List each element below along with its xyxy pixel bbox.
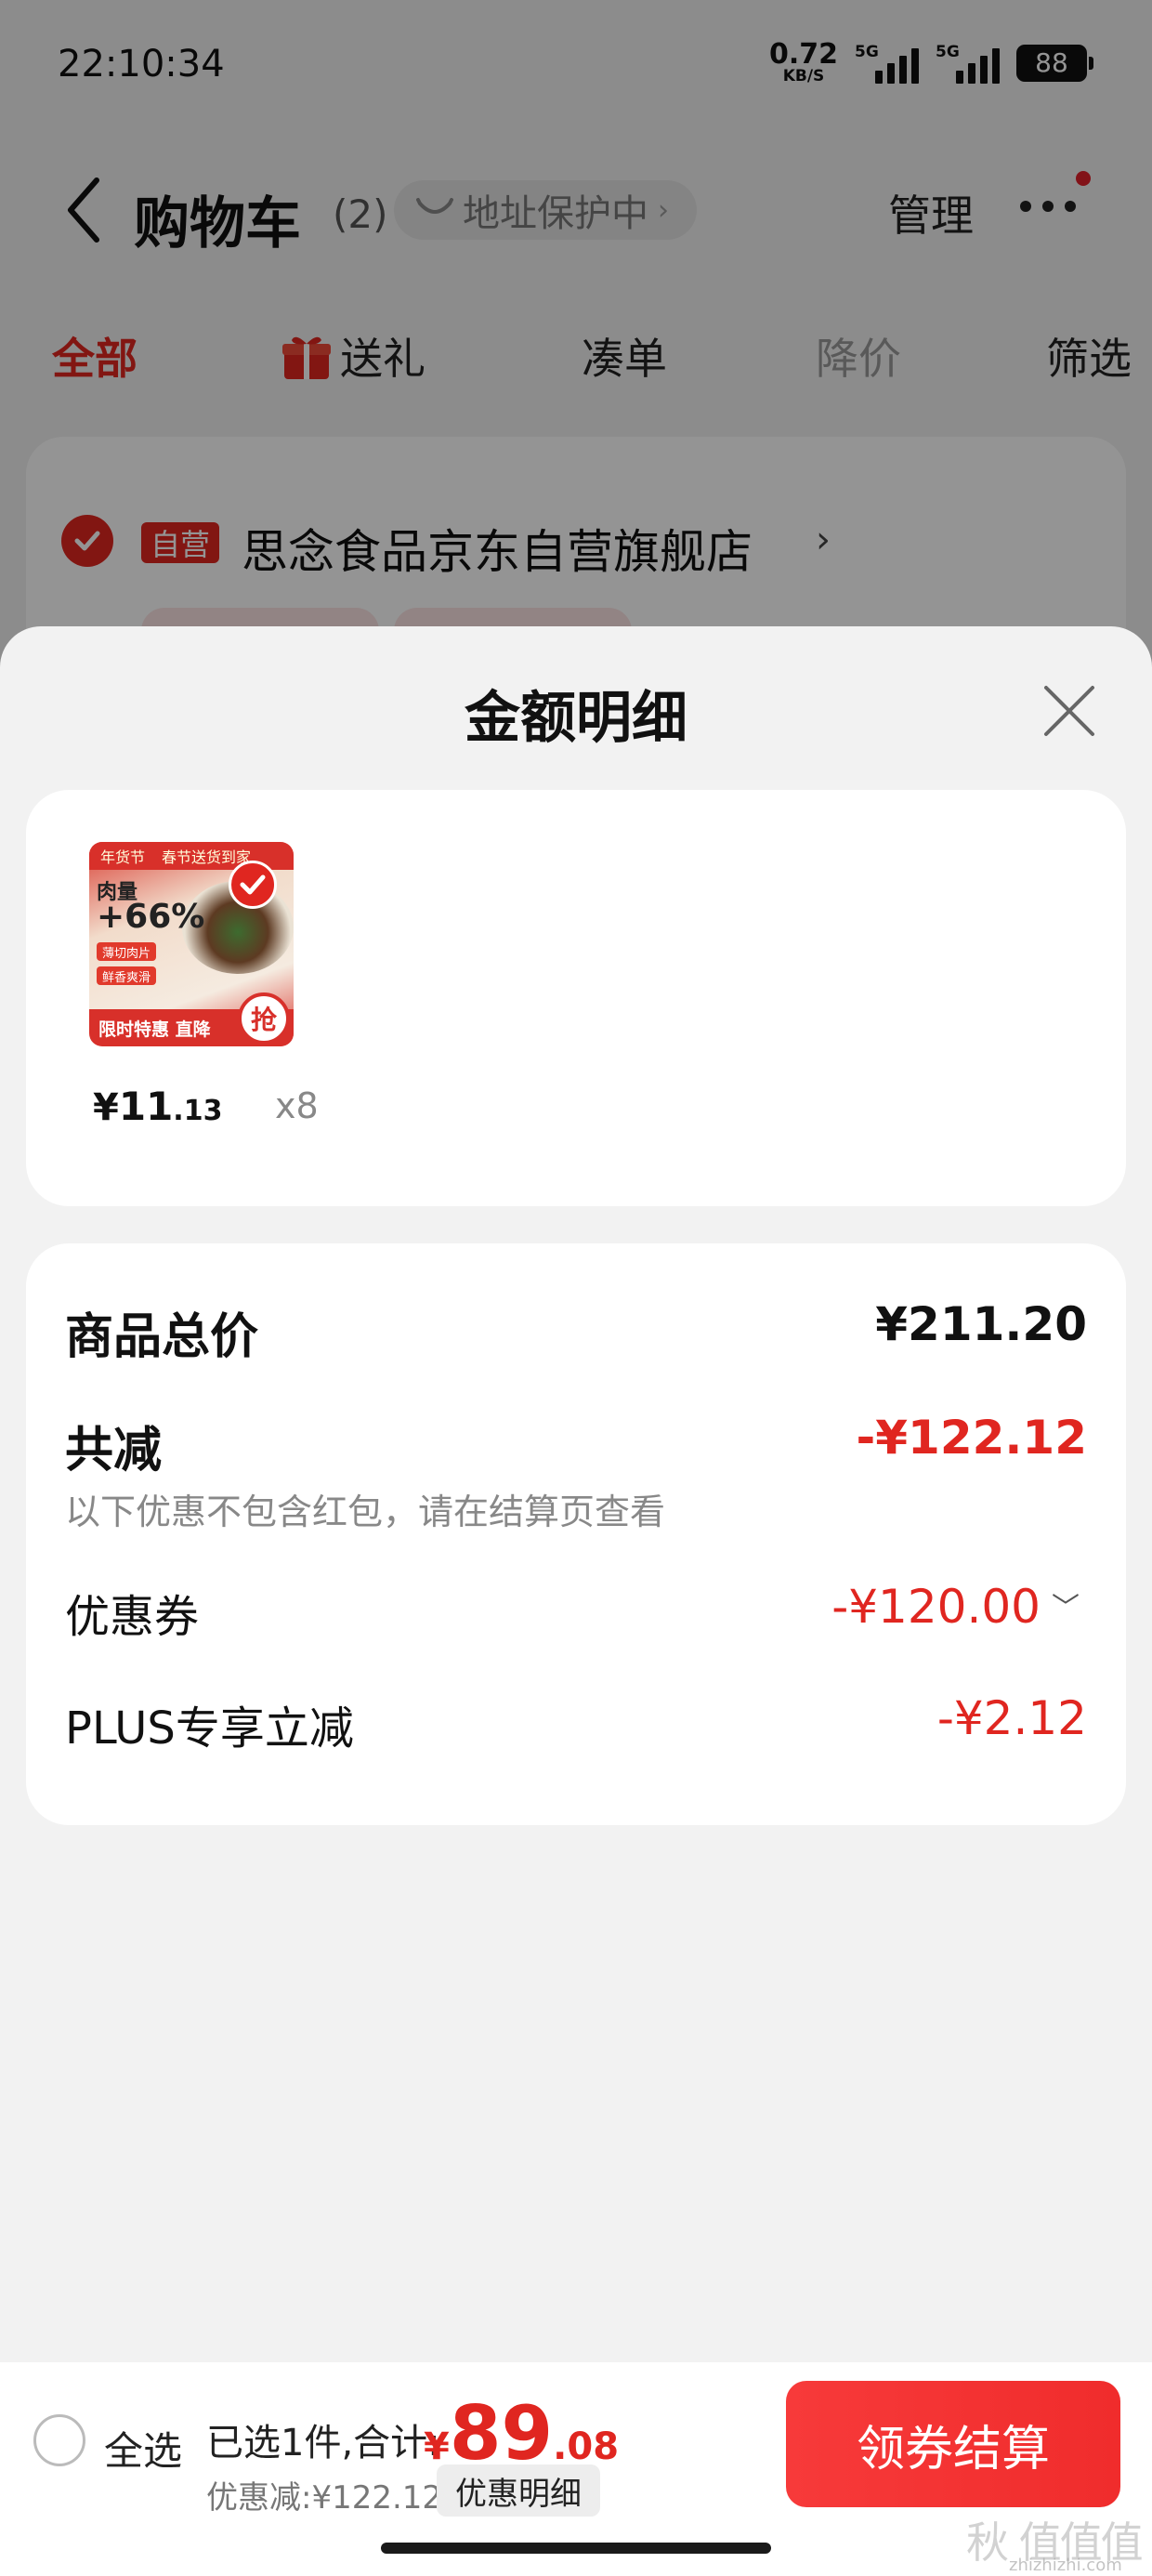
check-icon — [229, 861, 277, 909]
reduce-label: 共减 — [65, 1423, 163, 1479]
thumb-banner-text: 春节送货到家 — [162, 848, 252, 866]
total-value: ¥211.20 — [875, 1297, 1087, 1351]
sheet-title: 金额明细 — [465, 686, 687, 751]
chevron-down-icon: ﹀ — [1052, 1592, 1080, 1624]
plus-label: PLUS专享立减 — [65, 1702, 354, 1755]
discount-detail-button[interactable]: 优惠明细 — [437, 2464, 600, 2517]
discount-text: 优惠减:¥122.12 — [206, 2479, 443, 2517]
coupon-value: -¥120.00 — [831, 1580, 1041, 1634]
quantity: x8 — [275, 1085, 319, 1126]
plus-value: -¥2.12 — [936, 1691, 1087, 1745]
product-card: 年货节 春节送货到家 肉量 +66% 薄切肉片 鲜香爽滑 限时特惠 直降 抢 ¥… — [26, 790, 1126, 1206]
thumb-tag: 薄切肉片 — [97, 942, 157, 961]
thumb-banner-text: 年货节 — [100, 848, 146, 866]
product-thumbnail[interactable]: 年货节 春节送货到家 肉量 +66% 薄切肉片 鲜香爽滑 限时特惠 直降 抢 — [89, 842, 294, 1046]
coupon-label: 优惠券 — [65, 1591, 200, 1643]
selected-summary: 已选1件,合计: — [206, 2422, 440, 2464]
total-label: 商品总价 — [65, 1309, 259, 1365]
unit-price: ¥11.13 — [93, 1084, 222, 1129]
price-integer: 11 — [118, 1084, 174, 1129]
checkout-button[interactable]: 领券结算 — [786, 2381, 1120, 2507]
select-all-checkbox[interactable] — [33, 2414, 85, 2466]
coupon-row[interactable]: -¥120.00 ﹀ — [831, 1580, 1080, 1634]
currency-symbol: ¥ — [424, 2425, 450, 2468]
home-indicator[interactable] — [381, 2543, 771, 2554]
reduce-value: -¥122.12 — [856, 1411, 1088, 1465]
amount-detail-sheet: 金额明细 年货节 春节送货到家 肉量 +66% 薄切肉片 鲜香爽滑 限时特惠 直… — [0, 626, 1152, 2576]
reduce-note: 以下优惠不包含红包，请在结算页查看 — [65, 1492, 666, 1532]
currency-symbol: ¥ — [93, 1086, 119, 1129]
watermark-url: zhizhizhi.com — [1009, 2556, 1122, 2575]
summary-card: 商品总价 ¥211.20 共减 -¥122.12 以下优惠不包含红包，请在结算页… — [26, 1243, 1126, 1825]
thumb-grab-badge: 抢 — [238, 992, 290, 1045]
thumb-meat-value: +66% — [97, 898, 205, 936]
price-decimal: .08 — [553, 2425, 620, 2468]
close-icon[interactable] — [1039, 680, 1100, 742]
thumb-tag: 鲜香爽滑 — [97, 966, 157, 985]
select-all-label[interactable]: 全选 — [104, 2420, 182, 2477]
price-decimal: .13 — [173, 1095, 223, 1127]
